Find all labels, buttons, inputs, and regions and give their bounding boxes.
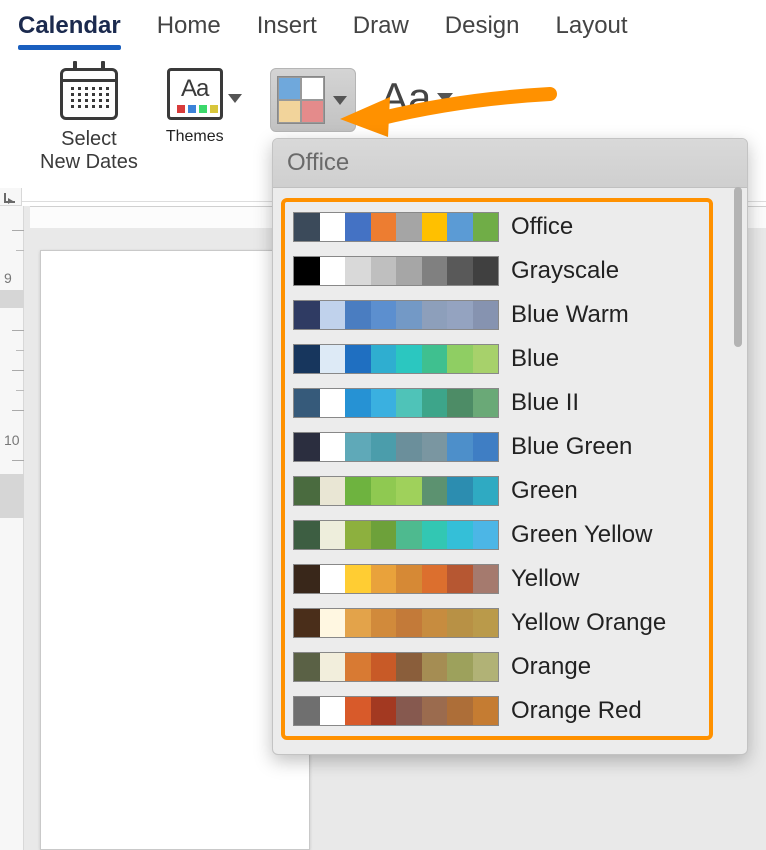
dropdown-scrollbar[interactable]	[732, 187, 744, 748]
tab-home[interactable]: Home	[157, 12, 221, 40]
color-scheme-option[interactable]: Yellow Orange	[293, 608, 701, 638]
theme-fonts-chevron-icon	[437, 93, 453, 103]
color-scheme-swatches	[293, 608, 499, 638]
color-scheme-label: Yellow	[511, 565, 580, 593]
themes-dropdown-chevron-icon[interactable]	[228, 94, 242, 103]
ribbon-tabs: Calendar Home Insert Draw Design Layout	[0, 0, 766, 54]
color-schemes-highlight-box: Office Grayscale Blue Warm Blue Blue II Blue …	[281, 198, 713, 740]
color-scheme-label: Orange	[511, 653, 591, 681]
theme-colors-chevron-icon	[333, 96, 347, 105]
tab-calendar[interactable]: Calendar	[18, 12, 121, 40]
fonts-Aa-icon: Aa	[380, 74, 431, 122]
color-scheme-label: Blue Warm	[511, 301, 629, 329]
color-scheme-option[interactable]: Grayscale	[293, 256, 701, 286]
color-scheme-label: Green Yellow	[511, 521, 652, 549]
dropdown-scrollbar-thumb[interactable]	[734, 187, 742, 347]
color-scheme-swatches	[293, 476, 499, 506]
themes-button[interactable]: Aa Themes	[166, 66, 224, 146]
color-scheme-swatches	[293, 300, 499, 330]
theme-colors-dropdown: Office Office Grayscale Blue Warm Blue Blue …	[272, 138, 748, 755]
color-scheme-label: Blue II	[511, 389, 579, 417]
color-scheme-label: Office	[511, 213, 573, 241]
color-scheme-option[interactable]: Green Yellow	[293, 520, 701, 550]
color-scheme-label: Grayscale	[511, 257, 619, 285]
color-scheme-option[interactable]: Blue Warm	[293, 300, 701, 330]
tab-layout[interactable]: Layout	[556, 12, 628, 40]
color-scheme-option[interactable]: Yellow	[293, 564, 701, 594]
color-scheme-label: Orange Red	[511, 697, 642, 725]
tab-design[interactable]: Design	[445, 12, 520, 40]
theme-colors-icon	[277, 76, 325, 124]
color-scheme-option[interactable]: Blue II	[293, 388, 701, 418]
document-page[interactable]	[40, 250, 310, 850]
color-scheme-option[interactable]: Orange	[293, 652, 701, 682]
theme-colors-button[interactable]	[270, 68, 356, 132]
color-scheme-option[interactable]: Blue	[293, 344, 701, 374]
color-scheme-option[interactable]: Office	[293, 212, 701, 242]
tab-draw[interactable]: Draw	[353, 12, 409, 40]
color-scheme-label: Green	[511, 477, 578, 505]
ruler-mark-9: 9	[4, 270, 12, 286]
color-scheme-swatches	[293, 212, 499, 242]
color-scheme-swatches	[293, 256, 499, 286]
theme-colors-dropdown-header: Office	[273, 139, 747, 188]
color-scheme-swatches	[293, 344, 499, 374]
themes-label: Themes	[166, 128, 224, 146]
ruler-vertical[interactable]: 9 10	[0, 206, 24, 850]
themes-icon: Aa	[167, 68, 223, 120]
color-scheme-swatches	[293, 564, 499, 594]
theme-fonts-button[interactable]: Aa	[380, 74, 453, 122]
select-new-dates-label: Select New Dates	[40, 128, 138, 174]
color-scheme-option[interactable]: Green	[293, 476, 701, 506]
color-scheme-swatches	[293, 696, 499, 726]
tab-stop-selector[interactable]	[0, 188, 22, 206]
calendar-icon	[60, 68, 118, 120]
color-scheme-option[interactable]: Orange Red	[293, 696, 701, 726]
color-scheme-option[interactable]: Blue Green	[293, 432, 701, 462]
select-new-dates-button[interactable]: Select New Dates	[40, 66, 138, 174]
ruler-mark-10: 10	[4, 432, 20, 448]
color-scheme-swatches	[293, 388, 499, 418]
color-scheme-label: Yellow Orange	[511, 609, 666, 637]
color-scheme-label: Blue	[511, 345, 559, 373]
color-scheme-label: Blue Green	[511, 433, 632, 461]
color-scheme-swatches	[293, 652, 499, 682]
themes-icon-swatches	[177, 105, 218, 113]
color-scheme-swatches	[293, 520, 499, 550]
tab-insert[interactable]: Insert	[257, 12, 317, 40]
color-scheme-swatches	[293, 432, 499, 462]
